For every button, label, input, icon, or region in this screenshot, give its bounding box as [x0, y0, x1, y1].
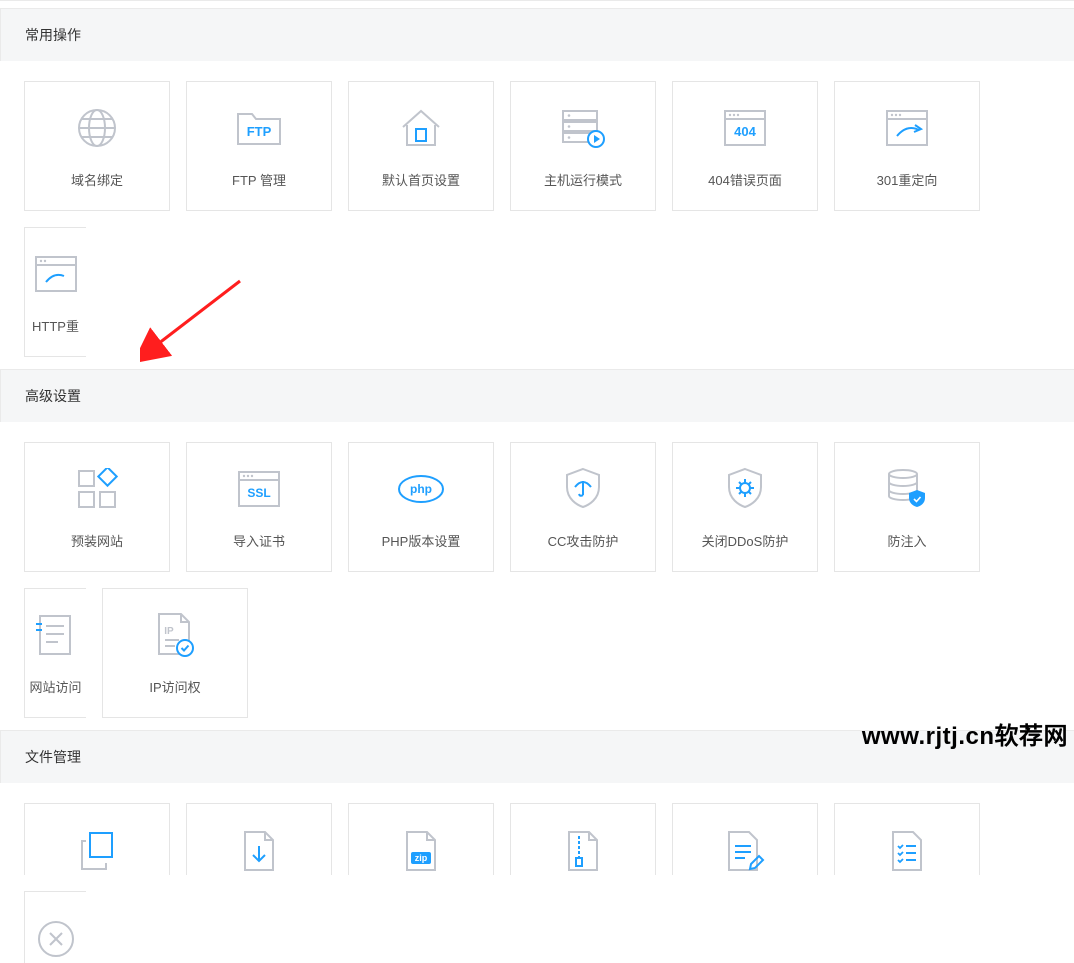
- tile-cc-protect[interactable]: CC攻击防护: [510, 442, 656, 572]
- document-ip-check-icon: IP: [151, 611, 199, 659]
- file-zipper-icon: [559, 827, 607, 875]
- server-play-icon: [559, 104, 607, 152]
- window-redirect-icon: [883, 104, 931, 152]
- tile-import-cert[interactable]: SSL 导入证书: [186, 442, 332, 572]
- delete-circle-icon: [32, 915, 80, 963]
- section-body-common: 域名绑定 FTP FTP 管理 默认首页设置: [0, 61, 1074, 369]
- section-body-advanced: 预装网站 SSL 导入证书 php PHP版本设置: [0, 422, 1074, 730]
- tile-http-redirect[interactable]: HTTP重: [24, 227, 86, 357]
- window-ssl-icon: SSL: [235, 465, 283, 513]
- shield-virus-icon: [721, 465, 769, 513]
- svg-text:SSL: SSL: [247, 486, 270, 500]
- tile-label: 关闭DDoS防护: [702, 531, 789, 550]
- svg-text:IP: IP: [164, 626, 174, 637]
- download-icon: [235, 827, 283, 875]
- tile-file-compress[interactable]: [510, 803, 656, 875]
- home-icon: [397, 104, 445, 152]
- watermark-text: www.rjtj.cn软荐网: [862, 716, 1068, 751]
- svg-text:404: 404: [734, 124, 756, 139]
- svg-text:php: php: [410, 482, 432, 496]
- tile-label: FTP 管理: [232, 170, 286, 189]
- tile-php-version[interactable]: php PHP版本设置: [348, 442, 494, 572]
- tile-site-access[interactable]: 网站访问: [24, 588, 86, 718]
- section-title: 常用操作: [25, 27, 81, 43]
- database-shield-icon: [883, 465, 931, 513]
- tile-error-404[interactable]: 404 404错误页面: [672, 81, 818, 211]
- tile-file-zip[interactable]: zip: [348, 803, 494, 875]
- zip-icon: zip: [397, 827, 445, 875]
- tile-ddos-off[interactable]: 关闭DDoS防护: [672, 442, 818, 572]
- shield-umbrella-icon: [559, 465, 607, 513]
- tile-label: PHP版本设置: [382, 531, 461, 550]
- tile-label: 404错误页面: [708, 170, 782, 189]
- tile-label: IP访问权: [149, 677, 200, 696]
- window-404-icon: 404: [721, 104, 769, 152]
- tile-file-delete[interactable]: [24, 891, 86, 963]
- document-lines-icon: [32, 611, 80, 659]
- file-edit-icon: [721, 827, 769, 875]
- tile-file-copy[interactable]: [24, 803, 170, 875]
- tile-label: CC攻击防护: [548, 531, 619, 550]
- file-checklist-icon: [883, 827, 931, 875]
- tile-redirect-301[interactable]: 301重定向: [834, 81, 980, 211]
- svg-text:FTP: FTP: [247, 124, 272, 139]
- tile-file-edit[interactable]: [672, 803, 818, 875]
- tile-label: 主机运行模式: [544, 170, 622, 189]
- tile-label: 默认首页设置: [382, 170, 460, 189]
- tile-ip-access[interactable]: IP IP访问权: [102, 588, 248, 718]
- tile-ftp-manage[interactable]: FTP FTP 管理: [186, 81, 332, 211]
- tile-anti-inject[interactable]: 防注入: [834, 442, 980, 572]
- window-icon: [32, 250, 80, 298]
- tile-label: 防注入: [887, 531, 926, 550]
- tile-label: 网站访问: [29, 677, 81, 696]
- svg-text:zip: zip: [415, 853, 428, 863]
- tile-label: HTTP重: [32, 316, 79, 335]
- tile-preinstall-site[interactable]: 预装网站: [24, 442, 170, 572]
- section-header-advanced: 高级设置: [0, 369, 1074, 422]
- section-title: 高级设置: [25, 388, 81, 404]
- globe-icon: [73, 104, 121, 152]
- tile-default-index[interactable]: 默认首页设置: [348, 81, 494, 211]
- php-icon: php: [397, 465, 445, 513]
- tile-run-mode[interactable]: 主机运行模式: [510, 81, 656, 211]
- tile-domain-bind[interactable]: 域名绑定: [24, 81, 170, 211]
- tile-file-list[interactable]: [834, 803, 980, 875]
- section-body-files: zip: [0, 783, 1074, 963]
- tile-label: 导入证书: [233, 531, 285, 550]
- copy-icon: [73, 827, 121, 875]
- section-header-common: 常用操作: [0, 8, 1074, 61]
- tile-label: 域名绑定: [71, 170, 123, 189]
- tile-file-download[interactable]: [186, 803, 332, 875]
- folder-ftp-icon: FTP: [235, 104, 283, 152]
- apps-icon: [73, 465, 121, 513]
- tile-label: 预装网站: [71, 531, 123, 550]
- section-title: 文件管理: [25, 749, 81, 765]
- tile-label: 301重定向: [877, 170, 938, 189]
